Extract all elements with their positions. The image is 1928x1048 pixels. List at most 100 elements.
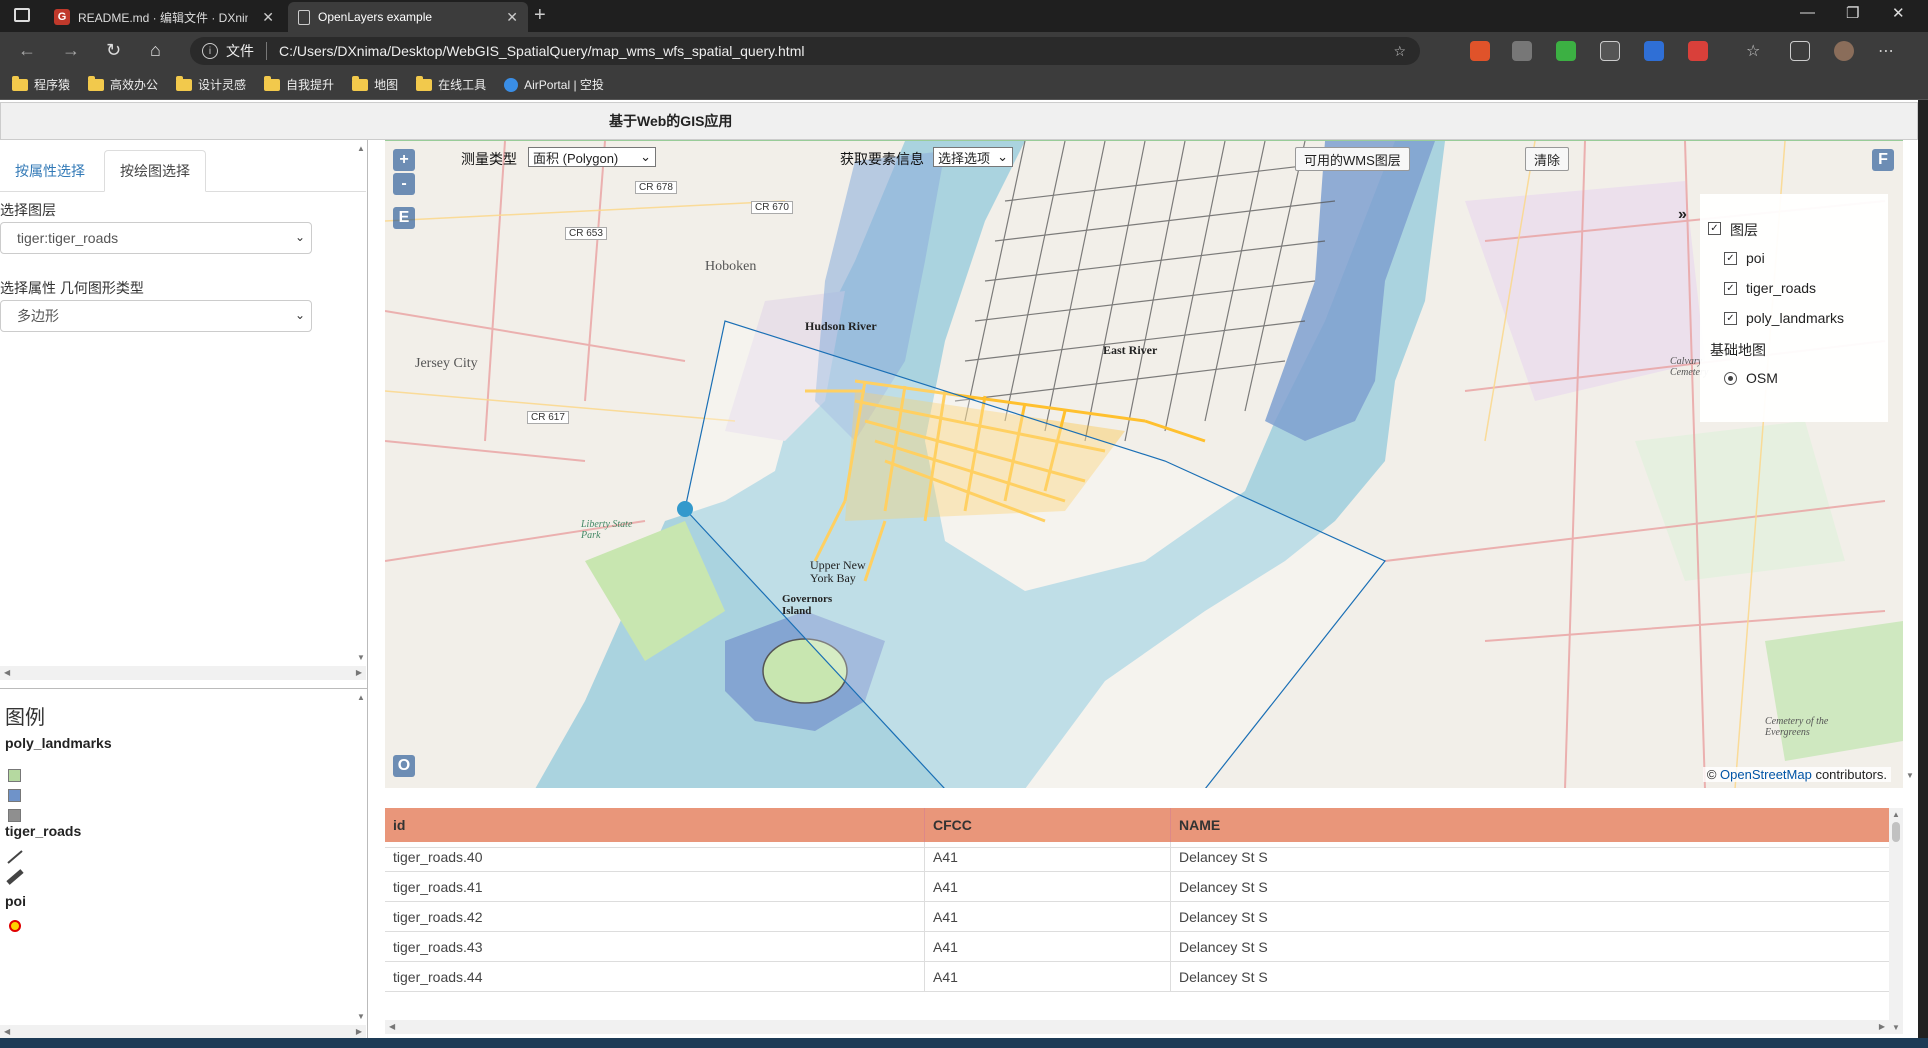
extension-icon[interactable] <box>1512 41 1532 61</box>
place-label: Hoboken <box>705 259 757 274</box>
zoom-out-button[interactable]: - <box>393 173 415 195</box>
place-label: East River <box>1103 343 1158 357</box>
base-osm-label: OSM <box>1746 370 1778 386</box>
forward-icon[interactable]: → <box>62 40 80 61</box>
cell-name: Delancey St S <box>1171 842 1903 872</box>
close-window-icon[interactable]: ✕ <box>1892 4 1905 22</box>
minimize-icon[interactable]: — <box>1800 4 1815 21</box>
cell-id: tiger_roads.42 <box>385 902 925 932</box>
table-horizontal-scrollbar[interactable]: ◀ ▶ <box>385 1020 1889 1034</box>
vertical-scrollbar[interactable]: ▲ ▼ <box>354 140 368 666</box>
bookmark-label: 在线工具 <box>438 78 487 92</box>
folder-icon <box>88 75 105 91</box>
reload-icon[interactable]: ↻ <box>106 40 121 61</box>
osm-link[interactable]: OpenStreetMap <box>1720 767 1812 782</box>
layer-poi-checkbox[interactable]: ✓ <box>1724 252 1737 265</box>
legend-swatch-building <box>8 809 21 822</box>
bookmark-label: 程序猿 <box>34 78 71 92</box>
browser-tab-openlayers[interactable]: OpenLayers example ✕ <box>288 2 528 32</box>
layer-switcher-toggle[interactable]: » <box>1678 206 1687 224</box>
wms-layers-button[interactable]: 可用的WMS图层 <box>1295 147 1410 171</box>
overview-map-button[interactable]: O <box>393 755 415 777</box>
road-shield: CR 678 <box>635 181 677 194</box>
map-canvas[interactable] <box>385 141 1903 788</box>
profile-avatar[interactable] <box>1834 41 1854 61</box>
collections-icon[interactable] <box>1790 41 1810 61</box>
table-row[interactable]: tiger_roads.43 A41 Delancey St S <box>385 932 1903 962</box>
column-header-id[interactable]: id <box>385 808 925 842</box>
extension-icon[interactable] <box>1470 41 1490 61</box>
horizontal-scrollbar[interactable]: ◀ ▶ <box>0 666 366 680</box>
favorites-icon[interactable]: ☆ <box>1746 41 1766 61</box>
chevron-down-icon: ⌄ <box>294 308 305 322</box>
base-osm-radio[interactable] <box>1724 372 1737 385</box>
close-tab-icon[interactable]: ✕ <box>262 9 274 26</box>
bookmark-folder[interactable]: 程序猿 <box>12 75 71 93</box>
place-label: Upper New York Bay <box>810 558 866 585</box>
home-icon[interactable]: ⌂ <box>150 40 161 61</box>
horizontal-scrollbar[interactable]: ◀ ▶ <box>0 1025 366 1039</box>
new-tab-icon[interactable]: + <box>534 4 546 27</box>
close-tab-icon[interactable]: ✕ <box>506 9 518 26</box>
geometry-type-label: 选择属性 几何图形类型 <box>0 280 144 296</box>
layer-tiger-roads-checkbox[interactable]: ✓ <box>1724 282 1737 295</box>
zoom-extent-button[interactable]: E <box>393 207 415 229</box>
table-row[interactable]: tiger_roads.42 A41 Delancey St S <box>385 902 1903 932</box>
scroll-thumb[interactable] <box>1892 822 1900 842</box>
info-icon[interactable]: i <box>202 43 218 59</box>
table-vertical-scrollbar[interactable]: ▲ ▼ <box>1889 808 1903 1034</box>
url-text: C:/Users/DXnima/Desktop/WebGIS_SpatialQu… <box>279 43 805 59</box>
layer-poly-landmarks-checkbox[interactable]: ✓ <box>1724 312 1737 325</box>
bookmark-folder[interactable]: 设计灵感 <box>176 75 246 93</box>
cell-name: Delancey St S <box>1171 902 1903 932</box>
restore-icon[interactable]: ❐ <box>1846 4 1859 22</box>
layer-poly-landmarks-label: poly_landmarks <box>1746 310 1845 326</box>
address-bar[interactable]: i 文件 C:/Users/DXnima/Desktop/WebGIS_Spat… <box>190 37 1420 65</box>
map-attribution: © OpenStreetMap contributors. <box>1702 767 1891 782</box>
bookmark-folder[interactable]: 地图 <box>352 75 398 93</box>
results-table: tiger_roads.39 A41 Delancey St S id CFCC… <box>385 804 1903 1038</box>
bookmark-folder[interactable]: 高效办公 <box>88 75 158 93</box>
tab-actions-icon[interactable] <box>14 8 30 22</box>
more-menu-icon[interactable]: ⋯ <box>1878 41 1898 61</box>
tab-attribute-select[interactable]: 按属性选择 <box>0 150 100 192</box>
legend-group-poi: poi <box>5 893 26 909</box>
layers-group-checkbox[interactable]: ✓ <box>1708 222 1721 235</box>
zoom-in-button[interactable]: + <box>393 149 415 171</box>
bookmark-airportal[interactable]: AirPortal | 空投 <box>504 76 604 93</box>
column-header-cfcc[interactable]: CFCC <box>925 808 1171 842</box>
bookmark-folder[interactable]: 在线工具 <box>416 75 487 93</box>
download-extension-icon[interactable] <box>1556 41 1576 61</box>
bookmark-folder[interactable]: 自我提升 <box>264 75 334 93</box>
measure-type-label: 测量类型 <box>461 151 517 167</box>
geometry-type-value: 多边形 <box>17 308 59 324</box>
table-header: id CFCC NAME <box>385 808 1903 842</box>
back-icon[interactable]: ← <box>18 40 36 61</box>
folder-icon <box>352 75 369 91</box>
chevron-down-icon: ⌄ <box>997 149 1008 164</box>
geometry-type-select[interactable]: 多边形 ⌄ <box>0 300 312 332</box>
map-panel-scrollbar[interactable]: ▼ <box>1903 140 1917 788</box>
vertical-scrollbar[interactable]: ▲ ▼ <box>354 689 368 1025</box>
table-row[interactable]: tiger_roads.41 A41 Delancey St S <box>385 872 1903 902</box>
table-row[interactable]: tiger_roads.44 A41 Delancey St S <box>385 962 1903 992</box>
place-label: Jersey City <box>415 356 478 371</box>
map-view[interactable]: Hoboken Jersey City Hudson River East Ri… <box>385 140 1903 788</box>
table-row[interactable]: tiger_roads.40 A41 Delancey St S <box>385 842 1903 872</box>
window-edge <box>1918 100 1928 1048</box>
tab-draw-select[interactable]: 按绘图选择 <box>104 150 206 192</box>
legend-swatch-water <box>8 789 21 802</box>
favorite-star-icon[interactable]: ☆ <box>1393 43 1406 60</box>
column-header-name[interactable]: NAME <box>1171 808 1903 842</box>
layer-select[interactable]: tiger:tiger_roads ⌄ <box>0 222 312 254</box>
extension-icon[interactable] <box>1644 41 1664 61</box>
measure-type-select[interactable]: 面积 (Polygon) ⌄ <box>528 147 656 167</box>
os-taskbar <box>0 1038 1928 1048</box>
extension-icon[interactable] <box>1688 41 1708 61</box>
extension-icon[interactable] <box>1600 41 1620 61</box>
clear-button[interactable]: 清除 <box>1525 147 1570 171</box>
browser-tab-readme[interactable]: G README.md · 编辑文件 · DXnima ✕ <box>44 2 284 32</box>
get-feature-info-select[interactable]: 选择选项 ⌄ <box>933 147 1013 167</box>
left-panel: 按属性选择 按绘图选择 选择图层 tiger:tiger_roads ⌄ 选择属… <box>0 140 368 1039</box>
fullscreen-button[interactable]: F <box>1872 149 1894 171</box>
